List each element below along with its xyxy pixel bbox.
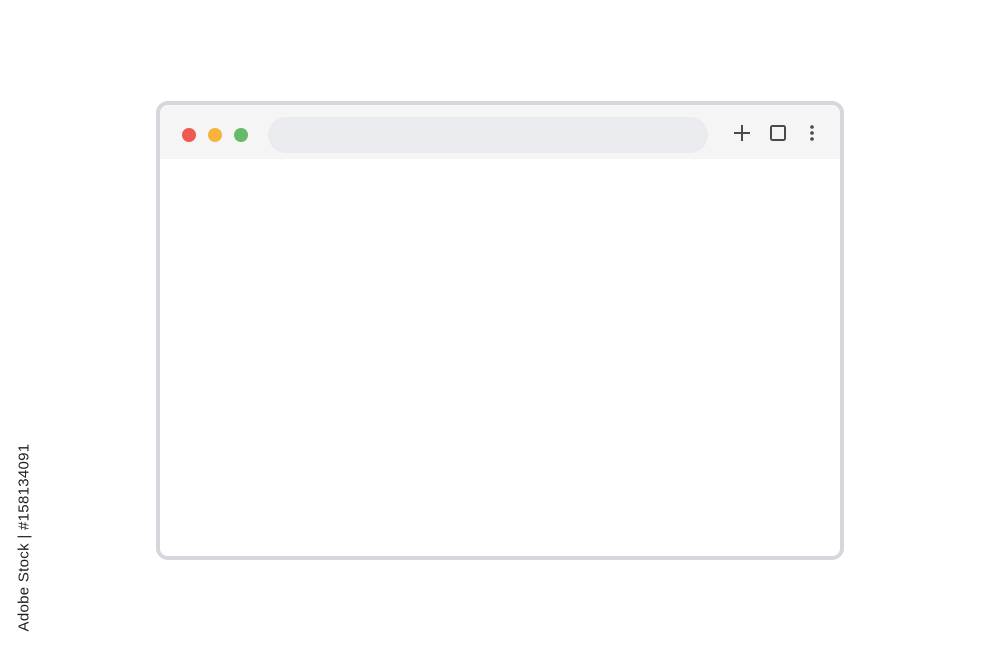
square-icon	[770, 125, 786, 141]
content-area	[160, 159, 840, 556]
close-window-button[interactable]	[182, 128, 196, 142]
title-bar	[160, 105, 840, 159]
page: Adobe Stock | #158134091	[0, 0, 1000, 667]
minimize-window-button[interactable]	[208, 128, 222, 142]
maximize-window-button[interactable]	[234, 128, 248, 142]
vertical-dots-icon	[810, 125, 814, 141]
menu-button[interactable]	[800, 121, 824, 145]
stock-id-watermark: Adobe Stock | #158134091	[13, 426, 35, 648]
stock-id-text: Adobe Stock | #158134091	[15, 443, 33, 631]
browser-window	[156, 101, 844, 560]
plus-icon	[734, 125, 750, 141]
restore-window-button[interactable]	[766, 121, 790, 145]
address-bar[interactable]	[268, 117, 708, 153]
new-tab-button[interactable]	[730, 121, 754, 145]
